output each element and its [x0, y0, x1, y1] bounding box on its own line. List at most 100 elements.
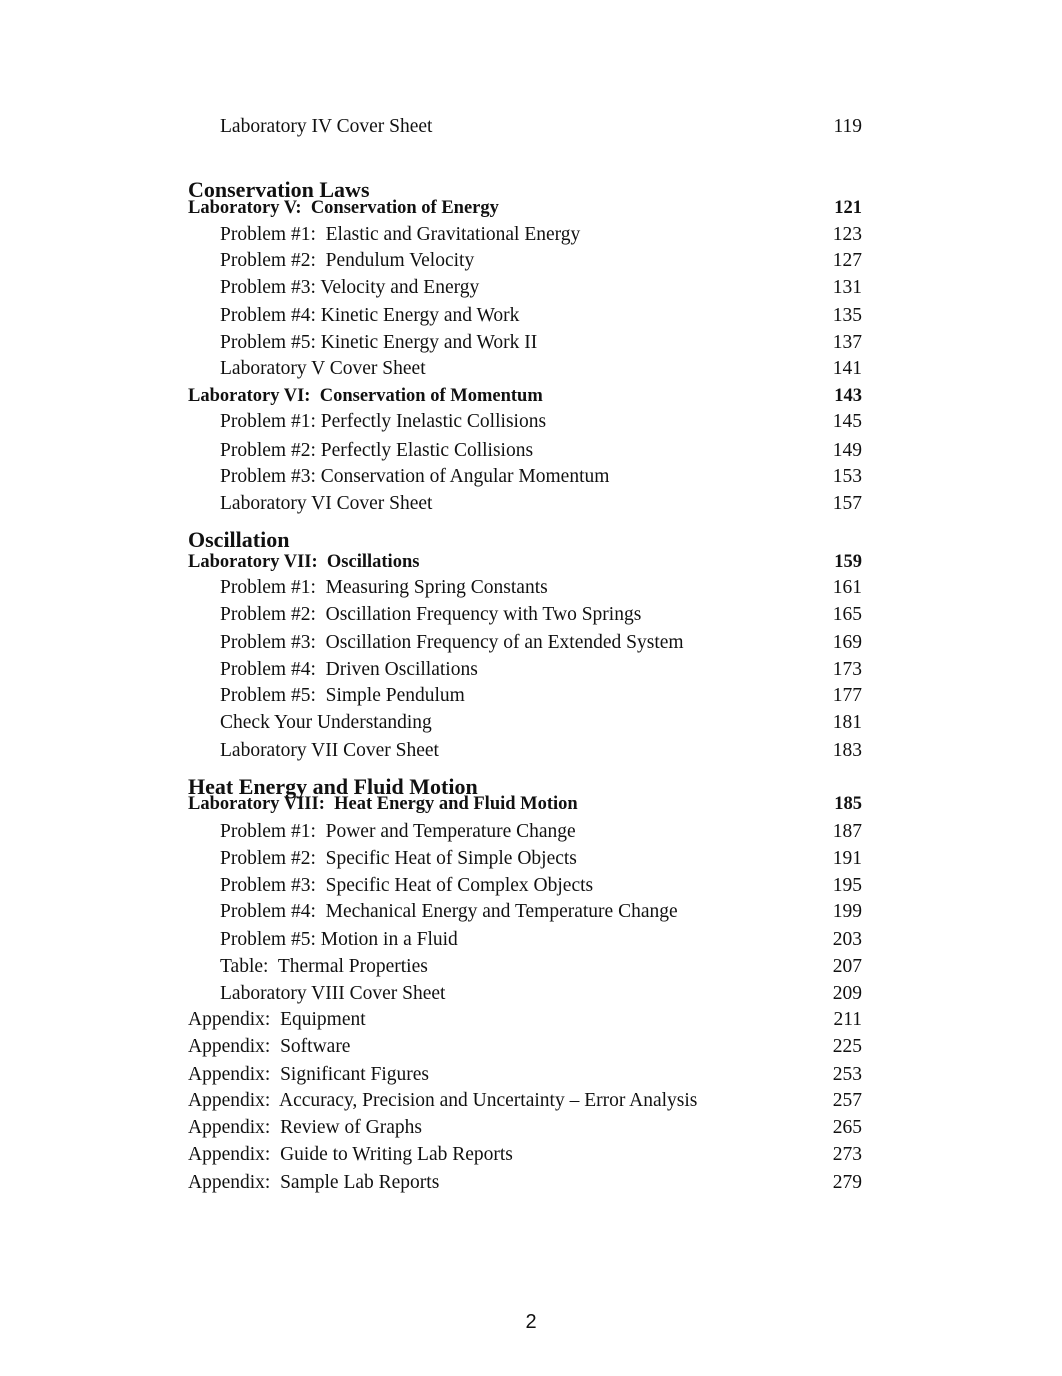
toc-entry-title: Problem #1: Perfectly Inelastic Collisio…: [220, 411, 547, 432]
toc-entry-title: Check Your Understanding: [220, 712, 432, 733]
toc-entry-title: Problem #4: Kinetic Energy and Work: [220, 305, 520, 326]
toc-appendix-entry[interactable]: Appendix: Equipment 211: [188, 1007, 862, 1033]
toc-entry-page: 169: [832, 632, 862, 653]
toc-entry-page: 203: [832, 929, 862, 950]
page-number: 2: [525, 1311, 537, 1333]
toc-entry-title: Problem #4: Driven Oscillations: [220, 659, 478, 680]
toc-entry[interactable]: Problem #3: Velocity and Energy 131: [188, 275, 862, 301]
toc-lab-entry[interactable]: Laboratory VII: Oscillations 159: [188, 549, 862, 575]
toc-entry[interactable]: Laboratory VI Cover Sheet 157: [188, 491, 862, 517]
toc-entry[interactable]: Problem #4: Kinetic Energy and Work 135: [188, 303, 862, 329]
toc-lab-entry[interactable]: Laboratory V: Conservation of Energy 121: [188, 195, 862, 221]
toc-entry-title: Problem #2: Specific Heat of Simple Obje…: [220, 848, 577, 869]
toc-entry-page: 273: [832, 1144, 862, 1165]
toc-entry-page: 279: [832, 1172, 862, 1193]
toc-entry-page: 159: [834, 552, 862, 572]
toc-entry-title: Problem #4: Mechanical Energy and Temper…: [220, 901, 678, 922]
toc-entry-page: 123: [832, 224, 862, 245]
toc-entry-title: Appendix: Software: [188, 1036, 351, 1057]
toc-entry-page: 265: [832, 1117, 862, 1138]
toc-entry-title: Table: Thermal Properties: [220, 956, 428, 977]
toc-entry[interactable]: Problem #2: Pendulum Velocity 127: [188, 248, 862, 274]
toc-entry-title: Problem #5: Kinetic Energy and Work II: [220, 332, 538, 353]
toc-entry[interactable]: Table: Thermal Properties 207: [188, 954, 862, 980]
toc-entry-title: Laboratory VII Cover Sheet: [220, 740, 439, 761]
toc-entry[interactable]: Problem #5: Kinetic Energy and Work II 13…: [188, 330, 862, 356]
toc-entry-title: Problem #2: Pendulum Velocity: [220, 250, 475, 271]
toc-entry-page: 211: [833, 1009, 862, 1030]
toc-entry-title: Laboratory V: Conservation of Energy: [188, 198, 499, 218]
toc-entry-page: 141: [832, 358, 862, 379]
toc-entry-title: Problem #5: Simple Pendulum: [220, 685, 465, 706]
toc-appendix-entry[interactable]: Appendix: Review of Graphs 265: [188, 1115, 862, 1141]
toc-entry-title: Problem #2: Perfectly Elastic Collisions: [220, 440, 534, 461]
toc-appendix-entry[interactable]: Appendix: Guide to Writing Lab Reports 27…: [188, 1142, 862, 1168]
toc-entry-page: 127: [832, 250, 862, 271]
toc-entry[interactable]: Laboratory V Cover Sheet 141: [188, 356, 862, 382]
toc-entry-page: 173: [832, 659, 862, 680]
toc-entry[interactable]: Problem #3: Conservation of Angular Mome…: [188, 464, 862, 490]
toc-entry[interactable]: Problem #1: Measuring Spring Constants 16…: [188, 575, 862, 601]
toc-entry-title: Laboratory V Cover Sheet: [220, 358, 426, 379]
toc-entry-title: Problem #2: Oscillation Frequency with T…: [220, 604, 642, 625]
toc-entry-page: 181: [832, 712, 862, 733]
toc-entry[interactable]: Problem #4: Driven Oscillations 173: [188, 657, 862, 683]
toc-entry-page: 191: [832, 848, 862, 869]
toc-entry-title: Problem #1: Power and Temperature Change: [220, 821, 576, 842]
toc-entry-title: Laboratory VIII: Heat Energy and Fluid M…: [188, 794, 578, 814]
toc-entry[interactable]: Problem #2: Perfectly Elastic Collisions…: [188, 438, 862, 464]
toc-entry-page: 131: [832, 277, 862, 298]
toc-entry-page: 165: [832, 604, 862, 625]
toc-entry[interactable]: Problem #5: Simple Pendulum 177: [188, 683, 862, 709]
toc-entry-page: 145: [832, 411, 862, 432]
toc-entry-title: Appendix: Review of Graphs: [188, 1117, 422, 1138]
toc-appendix-entry[interactable]: Appendix: Accuracy, Precision and Uncert…: [188, 1088, 862, 1114]
toc-entry-title: Laboratory VII: Oscillations: [188, 552, 420, 572]
toc-entry-page: 257: [832, 1090, 862, 1111]
toc-entry-title: Appendix: Guide to Writing Lab Reports: [188, 1144, 513, 1165]
toc-entry[interactable]: Problem #1: Perfectly Inelastic Collisio…: [188, 409, 862, 435]
toc-entry-page: 183: [832, 740, 862, 761]
toc-entry-title: Appendix: Accuracy, Precision and Uncert…: [188, 1090, 698, 1111]
toc-entry[interactable]: Problem #3: Oscillation Frequency of an …: [188, 630, 862, 656]
toc-lab-entry[interactable]: Laboratory VIII: Heat Energy and Fluid M…: [188, 791, 862, 817]
toc-entry[interactable]: Problem #5: Motion in a Fluid 203: [188, 927, 862, 953]
toc-lab-entry[interactable]: Laboratory VI: Conservation of Momentum 1…: [188, 383, 862, 409]
toc-entry[interactable]: Problem #2: Specific Heat of Simple Obje…: [188, 846, 862, 872]
toc-entry-page: 149: [832, 440, 862, 461]
toc-entry-page: 153: [832, 466, 862, 487]
toc-entry-page: 209: [832, 983, 862, 1004]
toc-entry-page: 121: [834, 198, 862, 218]
toc-entry[interactable]: Problem #3: Specific Heat of Complex Obj…: [188, 873, 862, 899]
toc-appendix-entry[interactable]: Appendix: Software 225: [188, 1034, 862, 1060]
toc-entry[interactable]: Laboratory VIII Cover Sheet 209: [188, 981, 862, 1007]
toc-entry-page: 177: [832, 685, 862, 706]
toc-entry-page: 137: [832, 332, 862, 353]
toc-entry-title: Laboratory VIII Cover Sheet: [220, 983, 446, 1004]
toc-entry-title: Laboratory VI Cover Sheet: [220, 493, 433, 514]
toc-entry-page: 199: [832, 901, 862, 922]
toc-entry-title: Problem #3: Velocity and Energy: [220, 277, 480, 298]
toc-appendix-entry[interactable]: Appendix: Sample Lab Reports 279: [188, 1170, 862, 1196]
toc-entry-title: Laboratory VI: Conservation of Momentum: [188, 386, 543, 406]
toc-entry-page: 143: [834, 386, 862, 406]
toc-entry-title: Appendix: Equipment: [188, 1009, 366, 1030]
toc-entry[interactable]: Problem #1: Power and Temperature Change…: [188, 819, 862, 845]
toc-entry[interactable]: Problem #2: Oscillation Frequency with T…: [188, 602, 862, 628]
toc-entry[interactable]: Laboratory VII Cover Sheet 183: [188, 738, 862, 764]
toc-entry-page: 157: [832, 493, 862, 514]
toc-entry-title: Appendix: Sample Lab Reports: [188, 1172, 440, 1193]
toc-entry-page: 135: [832, 305, 862, 326]
toc-entry-title: Laboratory IV Cover Sheet: [220, 116, 433, 137]
toc-entry-page: 225: [832, 1036, 862, 1057]
toc-entry-page: 185: [834, 794, 862, 814]
toc-entry[interactable]: Laboratory IV Cover Sheet 119: [188, 114, 862, 140]
toc-entry-page: 253: [832, 1064, 862, 1085]
toc-entry[interactable]: Problem #1: Elastic and Gravitational En…: [188, 222, 862, 248]
toc-entry-page: 207: [832, 956, 862, 977]
toc-entry-title: Problem #5: Motion in a Fluid: [220, 929, 458, 950]
toc-appendix-entry[interactable]: Appendix: Significant Figures 253: [188, 1062, 862, 1088]
toc-entry[interactable]: Problem #4: Mechanical Energy and Temper…: [188, 899, 862, 925]
toc-entry[interactable]: Check Your Understanding 181: [188, 710, 862, 736]
toc-entry-title: Problem #1: Elastic and Gravitational En…: [220, 224, 581, 245]
